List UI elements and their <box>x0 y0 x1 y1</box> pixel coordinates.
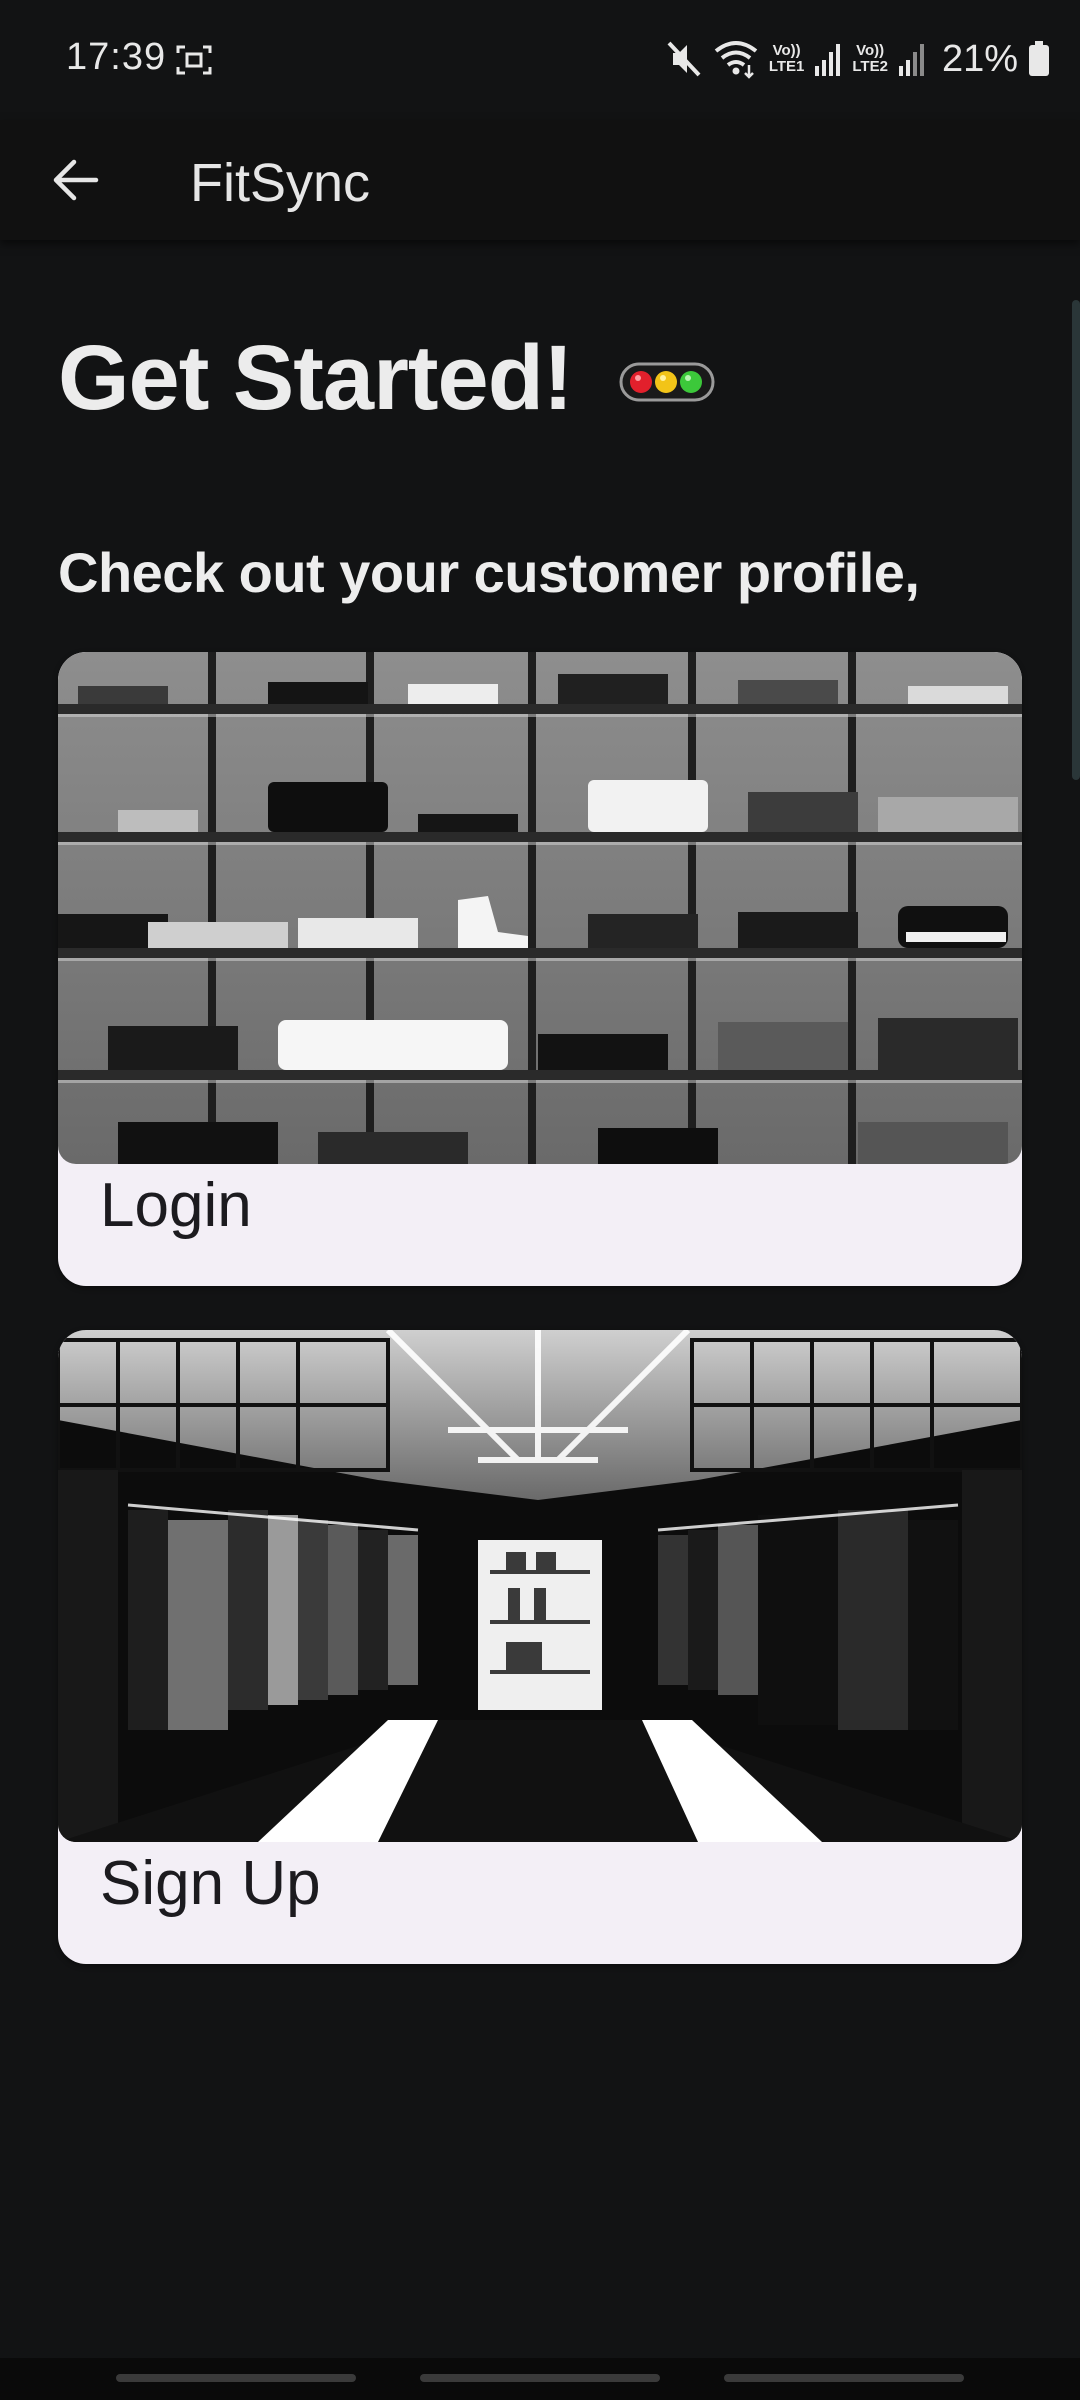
status-time: 17:39 <box>66 36 167 78</box>
home-button[interactable] <box>420 2374 660 2382</box>
app-bar: FitSync <box>0 120 1080 240</box>
status-bar: 17:39 Vo)) LTE1 Vo)) LTE2 21% <box>0 0 1080 120</box>
mute-icon <box>667 41 701 77</box>
app-title: FitSync <box>190 153 371 213</box>
heading-row: Get Started! <box>58 326 715 431</box>
wifi-icon <box>714 41 758 79</box>
login-card[interactable]: Login <box>58 652 1022 1286</box>
battery-icon <box>1029 41 1049 76</box>
page-title: Get Started! <box>58 327 574 429</box>
signup-card[interactable]: Sign Up <box>58 1330 1022 1964</box>
recent-apps-button[interactable] <box>116 2374 356 2382</box>
system-nav-bar <box>0 2358 1080 2400</box>
signal-icon <box>815 44 841 76</box>
arrow-left-icon <box>53 159 99 201</box>
clothing-shelves-photo <box>58 652 1022 1164</box>
back-nav-button[interactable] <box>724 2374 964 2382</box>
status-icons: Vo)) LTE1 Vo)) LTE2 21% <box>665 34 1050 84</box>
scroll-indicator[interactable] <box>1072 300 1080 780</box>
signal-icon <box>898 44 924 76</box>
lte1-label: Vo)) LTE1 <box>768 42 805 75</box>
battery-percent: 21% <box>941 37 1018 80</box>
back-button[interactable] <box>40 142 110 218</box>
clothing-store-interior-photo <box>58 1330 1022 1842</box>
signup-label: Sign Up <box>100 1849 321 1918</box>
screen: 17:39 Vo)) LTE1 Vo)) LTE2 21% FitSync Ge… <box>0 0 1080 2400</box>
screenshot-icon <box>176 45 212 75</box>
lte2-label: Vo)) LTE2 <box>852 42 888 75</box>
traffic-light-icon <box>619 362 715 401</box>
subheading: Check out your customer profile, <box>58 541 920 604</box>
login-label: Login <box>100 1171 252 1240</box>
